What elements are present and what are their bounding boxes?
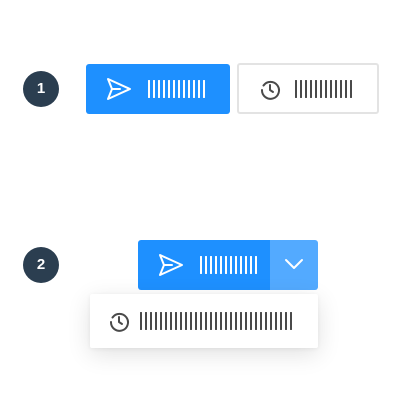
- label-placeholder-stroke: [210, 256, 212, 274]
- label-placeholder-stroke: [250, 312, 252, 330]
- label-placeholder-stroke: [198, 80, 200, 98]
- label-placeholder-stroke: [310, 80, 312, 98]
- label-placeholder-stroke: [220, 256, 222, 274]
- label-placeholder-stroke: [215, 312, 217, 330]
- label-placeholder-stroke: [340, 80, 342, 98]
- label-placeholder-stroke: [230, 312, 232, 330]
- label-placeholder-stroke: [180, 312, 182, 330]
- label-placeholder-stroke: [270, 312, 272, 330]
- clock-icon: [259, 79, 281, 101]
- label-placeholder-stroke: [153, 80, 155, 98]
- label-placeholder-stroke: [183, 80, 185, 98]
- chevron-down-icon: [284, 257, 304, 271]
- label-placeholder-stroke: [275, 312, 277, 330]
- label-placeholder-stroke: [193, 80, 195, 98]
- send-button-label-placeholder: [148, 80, 208, 98]
- label-placeholder-stroke: [178, 80, 180, 98]
- label-placeholder-stroke: [335, 80, 337, 98]
- label-placeholder-stroke: [150, 312, 152, 330]
- label-placeholder-stroke: [240, 312, 242, 330]
- label-placeholder-stroke: [170, 312, 172, 330]
- label-placeholder-stroke: [330, 80, 332, 98]
- label-placeholder-stroke: [203, 80, 205, 98]
- clock-icon: [108, 311, 130, 333]
- label-placeholder-stroke: [245, 312, 247, 330]
- split-dropdown-menu: [90, 294, 318, 348]
- label-placeholder-stroke: [260, 312, 262, 330]
- label-placeholder-stroke: [225, 312, 227, 330]
- send-button[interactable]: [86, 64, 230, 114]
- schedule-button-label-placeholder: [295, 80, 355, 98]
- label-placeholder-stroke: [295, 80, 297, 98]
- label-placeholder-stroke: [168, 80, 170, 98]
- label-placeholder-stroke: [315, 80, 317, 98]
- label-placeholder-stroke: [145, 312, 147, 330]
- label-placeholder-stroke: [245, 256, 247, 274]
- label-placeholder-stroke: [235, 312, 237, 330]
- label-placeholder-stroke: [210, 312, 212, 330]
- label-placeholder-stroke: [200, 312, 202, 330]
- label-placeholder-stroke: [190, 312, 192, 330]
- label-placeholder-stroke: [305, 80, 307, 98]
- dropdown-item-label-placeholder: [140, 312, 295, 330]
- label-placeholder-stroke: [250, 256, 252, 274]
- label-placeholder-stroke: [220, 312, 222, 330]
- label-placeholder-stroke: [280, 312, 282, 330]
- label-placeholder-stroke: [345, 80, 347, 98]
- label-placeholder-stroke: [350, 80, 352, 98]
- schedule-button[interactable]: [237, 63, 379, 114]
- label-placeholder-stroke: [188, 80, 190, 98]
- label-placeholder-stroke: [165, 312, 167, 330]
- label-placeholder-stroke: [185, 312, 187, 330]
- label-placeholder-stroke: [255, 312, 257, 330]
- label-placeholder-stroke: [290, 312, 292, 330]
- label-placeholder-stroke: [320, 80, 322, 98]
- label-placeholder-stroke: [160, 312, 162, 330]
- label-placeholder-stroke: [173, 80, 175, 98]
- label-placeholder-stroke: [240, 256, 242, 274]
- split-send-main-button[interactable]: [138, 240, 270, 290]
- label-placeholder-stroke: [195, 312, 197, 330]
- step-badge-2: 2: [23, 247, 59, 283]
- split-dropdown-toggle[interactable]: [270, 240, 318, 290]
- label-placeholder-stroke: [230, 256, 232, 274]
- dropdown-item-schedule[interactable]: [90, 294, 318, 348]
- split-send-button: [138, 240, 318, 290]
- label-placeholder-stroke: [175, 312, 177, 330]
- send-icon: [158, 253, 184, 277]
- split-send-label-placeholder: [200, 256, 260, 274]
- label-placeholder-stroke: [200, 256, 202, 274]
- label-placeholder-stroke: [205, 256, 207, 274]
- label-placeholder-stroke: [158, 80, 160, 98]
- label-placeholder-stroke: [325, 80, 327, 98]
- label-placeholder-stroke: [140, 312, 142, 330]
- send-icon: [106, 77, 132, 101]
- label-placeholder-stroke: [255, 256, 257, 274]
- label-placeholder-stroke: [205, 312, 207, 330]
- step-badge-1: 1: [23, 71, 59, 107]
- label-placeholder-stroke: [155, 312, 157, 330]
- label-placeholder-stroke: [163, 80, 165, 98]
- label-placeholder-stroke: [285, 312, 287, 330]
- label-placeholder-stroke: [265, 312, 267, 330]
- label-placeholder-stroke: [148, 80, 150, 98]
- label-placeholder-stroke: [300, 80, 302, 98]
- label-placeholder-stroke: [225, 256, 227, 274]
- label-placeholder-stroke: [215, 256, 217, 274]
- label-placeholder-stroke: [235, 256, 237, 274]
